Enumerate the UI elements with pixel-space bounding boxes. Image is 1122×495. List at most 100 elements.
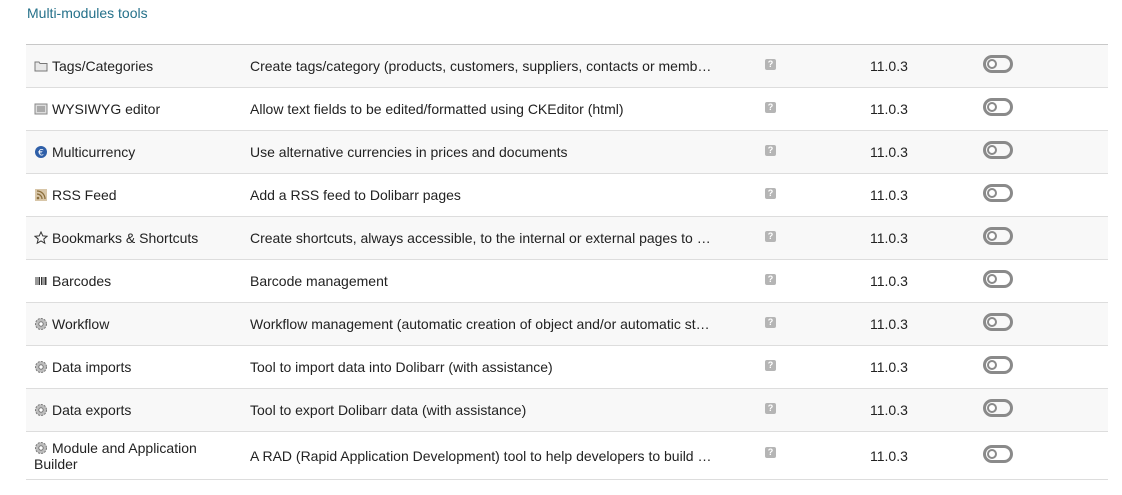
module-row-tags: Tags/Categories Create tags/category (pr… bbox=[26, 45, 1108, 88]
module-name: Module and Application Builder bbox=[34, 439, 197, 472]
module-name: Bookmarks & Shortcuts bbox=[52, 230, 199, 246]
module-version: 11.0.3 bbox=[870, 316, 908, 332]
module-description: Barcode management bbox=[250, 273, 388, 289]
module-toggle[interactable] bbox=[983, 184, 1013, 202]
module-description: Create tags/category (products, customer… bbox=[250, 58, 715, 74]
module-row-wysiwyg: WYSIWYG editor Allow text fields to be e… bbox=[26, 88, 1108, 131]
module-name-cell: Module and Application Builder bbox=[34, 432, 234, 479]
module-name-cell: Barcodes bbox=[34, 260, 234, 302]
module-version: 11.0.3 bbox=[870, 187, 908, 203]
module-description: Tool to export Dolibarr data (with assis… bbox=[250, 402, 527, 418]
module-row-bookmarks: Bookmarks & Shortcuts Create shortcuts, … bbox=[26, 217, 1108, 260]
module-description-cell: Workflow management (automatic creation … bbox=[250, 303, 720, 345]
module-version: 11.0.3 bbox=[870, 230, 908, 246]
module-name-cell: Bookmarks & Shortcuts bbox=[34, 217, 234, 259]
toggle-knob bbox=[987, 403, 997, 413]
module-version: 11.0.3 bbox=[870, 447, 908, 464]
toggle-knob bbox=[987, 449, 997, 459]
help-icon[interactable]: ? bbox=[765, 317, 776, 328]
rss-icon bbox=[35, 189, 47, 201]
module-row-module-builder: Module and Application Builder A RAD (Ra… bbox=[26, 432, 1108, 480]
module-name-cell: Workflow bbox=[34, 303, 234, 345]
toggle-knob bbox=[987, 360, 997, 370]
modules-table: Tags/Categories Create tags/category (pr… bbox=[26, 44, 1108, 480]
module-description: Allow text fields to be edited/formatted… bbox=[250, 101, 624, 117]
module-name-cell: Data imports bbox=[34, 346, 234, 388]
module-toggle[interactable] bbox=[983, 313, 1013, 331]
module-description-cell: Create shortcuts, always accessible, to … bbox=[250, 217, 720, 259]
module-toggle[interactable] bbox=[983, 356, 1013, 374]
module-toggle[interactable] bbox=[983, 270, 1013, 288]
module-row-data-exports: Data exports Tool to export Dolibarr dat… bbox=[26, 389, 1108, 432]
module-description-cell: Use alternative currencies in prices and… bbox=[250, 131, 720, 173]
module-description-cell: Add a RSS feed to Dolibarr pages bbox=[250, 174, 720, 216]
module-name: Barcodes bbox=[52, 273, 112, 289]
module-row-workflow: Workflow Workflow management (automatic … bbox=[26, 303, 1108, 346]
module-toggle[interactable] bbox=[983, 55, 1013, 73]
module-description-cell: Tool to import data into Dolibarr (with … bbox=[250, 346, 720, 388]
barcode-icon bbox=[35, 277, 47, 285]
module-description: Workflow management (automatic creation … bbox=[250, 316, 715, 332]
module-name-cell: Tags/Categories bbox=[34, 45, 234, 87]
module-name: Tags/Categories bbox=[52, 58, 154, 74]
help-icon[interactable]: ? bbox=[765, 102, 776, 113]
module-toggle[interactable] bbox=[983, 445, 1013, 463]
module-description-cell: Tool to export Dolibarr data (with assis… bbox=[250, 389, 720, 431]
module-version: 11.0.3 bbox=[870, 402, 908, 418]
module-description: Tool to import data into Dolibarr (with … bbox=[250, 359, 553, 375]
module-name-cell: € Multicurrency bbox=[34, 131, 234, 173]
help-icon[interactable]: ? bbox=[765, 145, 776, 156]
module-toggle[interactable] bbox=[983, 227, 1013, 245]
module-name-cell: WYSIWYG editor bbox=[34, 88, 234, 130]
gear-icon bbox=[35, 361, 47, 373]
module-description-cell: A RAD (Rapid Application Development) to… bbox=[250, 432, 720, 479]
help-icon[interactable]: ? bbox=[765, 360, 776, 371]
module-name: Data exports bbox=[52, 402, 132, 418]
help-icon[interactable]: ? bbox=[765, 274, 776, 285]
help-icon[interactable]: ? bbox=[765, 403, 776, 414]
module-row-multicurrency: € Multicurrency Use alternative currencie… bbox=[26, 131, 1108, 174]
toggle-knob bbox=[987, 274, 997, 284]
module-name: Multicurrency bbox=[52, 144, 136, 160]
help-icon[interactable]: ? bbox=[765, 59, 776, 70]
module-description: A RAD (Rapid Application Development) to… bbox=[250, 447, 715, 464]
module-toggle[interactable] bbox=[983, 98, 1013, 116]
help-icon[interactable]: ? bbox=[765, 188, 776, 199]
editor-icon bbox=[34, 103, 48, 115]
help-icon[interactable]: ? bbox=[765, 447, 776, 458]
module-row-data-imports: Data imports Tool to import data into Do… bbox=[26, 346, 1108, 389]
module-toggle[interactable] bbox=[983, 141, 1013, 159]
module-name-cell: Data exports bbox=[34, 389, 234, 431]
module-name: WYSIWYG editor bbox=[52, 101, 161, 117]
gear-icon bbox=[35, 318, 47, 330]
toggle-knob bbox=[987, 317, 997, 327]
gear-icon bbox=[35, 404, 47, 416]
module-description: Add a RSS feed to Dolibarr pages bbox=[250, 187, 461, 203]
module-description: Create shortcuts, always accessible, to … bbox=[250, 230, 715, 246]
module-version: 11.0.3 bbox=[870, 359, 908, 375]
help-icon[interactable]: ? bbox=[765, 231, 776, 242]
folder-icon bbox=[34, 61, 48, 72]
svg-text:€: € bbox=[38, 149, 44, 159]
module-name: Workflow bbox=[52, 316, 110, 332]
section-title: Multi-modules tools bbox=[27, 5, 148, 21]
module-description-cell: Barcode management bbox=[250, 260, 720, 302]
module-description-cell: Create tags/category (products, customer… bbox=[250, 45, 720, 87]
module-row-rss: RSS Feed Add a RSS feed to Dolibarr page… bbox=[26, 174, 1108, 217]
toggle-knob bbox=[987, 145, 997, 155]
module-version: 11.0.3 bbox=[870, 273, 908, 289]
module-version: 11.0.3 bbox=[870, 101, 908, 117]
gear-icon bbox=[35, 441, 47, 454]
module-name: RSS Feed bbox=[52, 187, 117, 203]
module-version: 11.0.3 bbox=[870, 58, 908, 74]
module-name-cell: RSS Feed bbox=[34, 174, 234, 216]
module-row-barcodes: Barcodes Barcode management ? 11.0.3 bbox=[26, 260, 1108, 303]
toggle-knob bbox=[987, 188, 997, 198]
toggle-knob bbox=[987, 59, 997, 69]
toggle-knob bbox=[987, 102, 997, 112]
module-description-cell: Allow text fields to be edited/formatted… bbox=[250, 88, 720, 130]
module-description: Use alternative currencies in prices and… bbox=[250, 144, 568, 160]
toggle-knob bbox=[987, 231, 997, 241]
module-toggle[interactable] bbox=[983, 399, 1013, 417]
currency-icon: € bbox=[35, 146, 47, 159]
